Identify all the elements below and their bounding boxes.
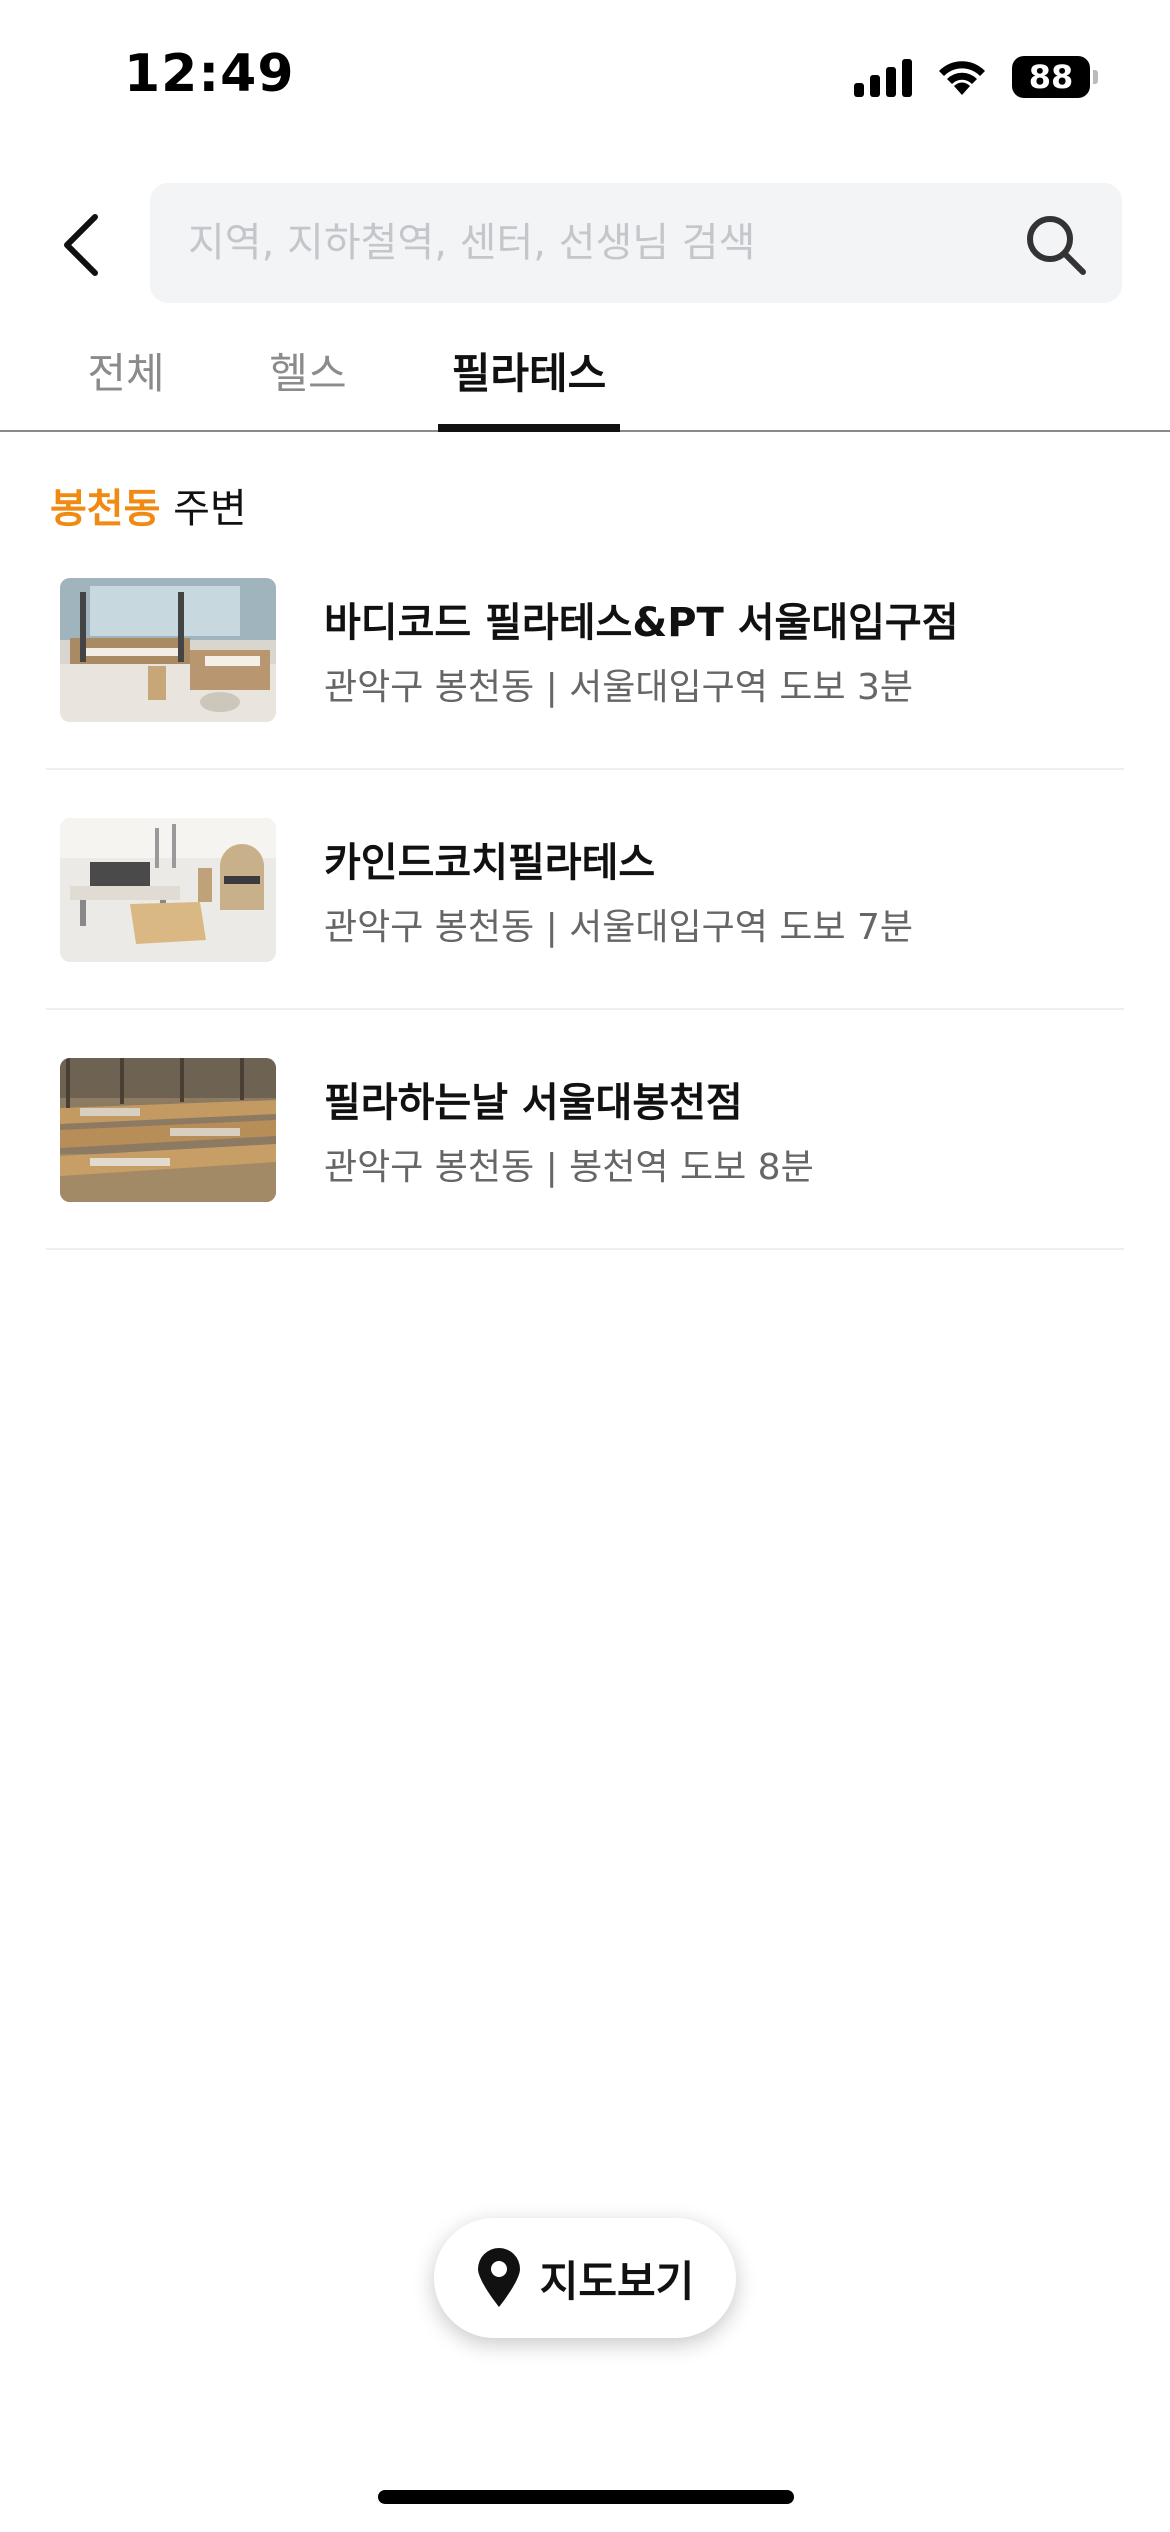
gym-list: 바디코드 필라테스&PT 서울대입구점 관악구 봉천동 | 서울대입구역 도보 … [46, 530, 1124, 1250]
battery-icon: 88 [1012, 56, 1098, 98]
list-item[interactable]: 바디코드 필라테스&PT 서울대입구점 관악구 봉천동 | 서울대입구역 도보 … [46, 530, 1124, 770]
tab-all[interactable]: 전체 [82, 340, 170, 430]
region-name: 봉천동 [50, 486, 161, 532]
list-item[interactable]: 카인드코치필라테스 관악구 봉천동 | 서울대입구역 도보 7분 [46, 770, 1124, 1010]
gym-location: 관악구 봉천동 | 봉천역 도보 8분 [324, 1147, 814, 1188]
section-title: 봉천동 주변 [50, 476, 247, 534]
tab-pilates[interactable]: 필라테스 [438, 340, 620, 432]
gym-location: 관악구 봉천동 | 서울대입구역 도보 7분 [324, 907, 914, 948]
status-bar: 12:49 88 [0, 0, 1170, 150]
status-time: 12:49 [124, 44, 295, 104]
search-input[interactable] [188, 183, 988, 303]
map-pin-icon [477, 2248, 520, 2307]
battery-level: 88 [1028, 58, 1074, 96]
screen: 12:49 88 지역, 지하철역, 센터, 선생님 검색 전체 헬스 필라테스… [0, 0, 1170, 2532]
search-icon[interactable] [1024, 213, 1088, 277]
status-icons: 88 [854, 52, 1098, 102]
gym-thumbnail [60, 578, 276, 722]
search-box[interactable] [150, 183, 1122, 303]
back-button[interactable] [36, 200, 126, 290]
signal-icon [854, 57, 912, 97]
wifi-icon [939, 61, 985, 95]
gym-thumbnail [60, 818, 276, 962]
home-indicator[interactable] [378, 2490, 794, 2504]
gym-thumbnail [60, 1058, 276, 1202]
gym-name: 바디코드 필라테스&PT 서울대입구점 [324, 600, 959, 646]
map-view-button[interactable]: 지도보기 [434, 2218, 736, 2338]
category-tabs: 전체 헬스 필라테스 [0, 330, 1170, 432]
map-view-label: 지도보기 [539, 2256, 695, 2306]
back-arrow-icon [64, 214, 98, 276]
search-header [0, 180, 1170, 304]
gym-location: 관악구 봉천동 | 서울대입구역 도보 3분 [324, 667, 914, 708]
gym-name: 카인드코치필라테스 [324, 840, 656, 886]
gym-name: 필라하는날 서울대봉천점 [324, 1080, 743, 1126]
region-suffix: 주변 [160, 486, 247, 532]
list-item[interactable]: 필라하는날 서울대봉천점 관악구 봉천동 | 봉천역 도보 8분 [46, 1010, 1124, 1250]
tab-health[interactable]: 헬스 [264, 340, 352, 430]
